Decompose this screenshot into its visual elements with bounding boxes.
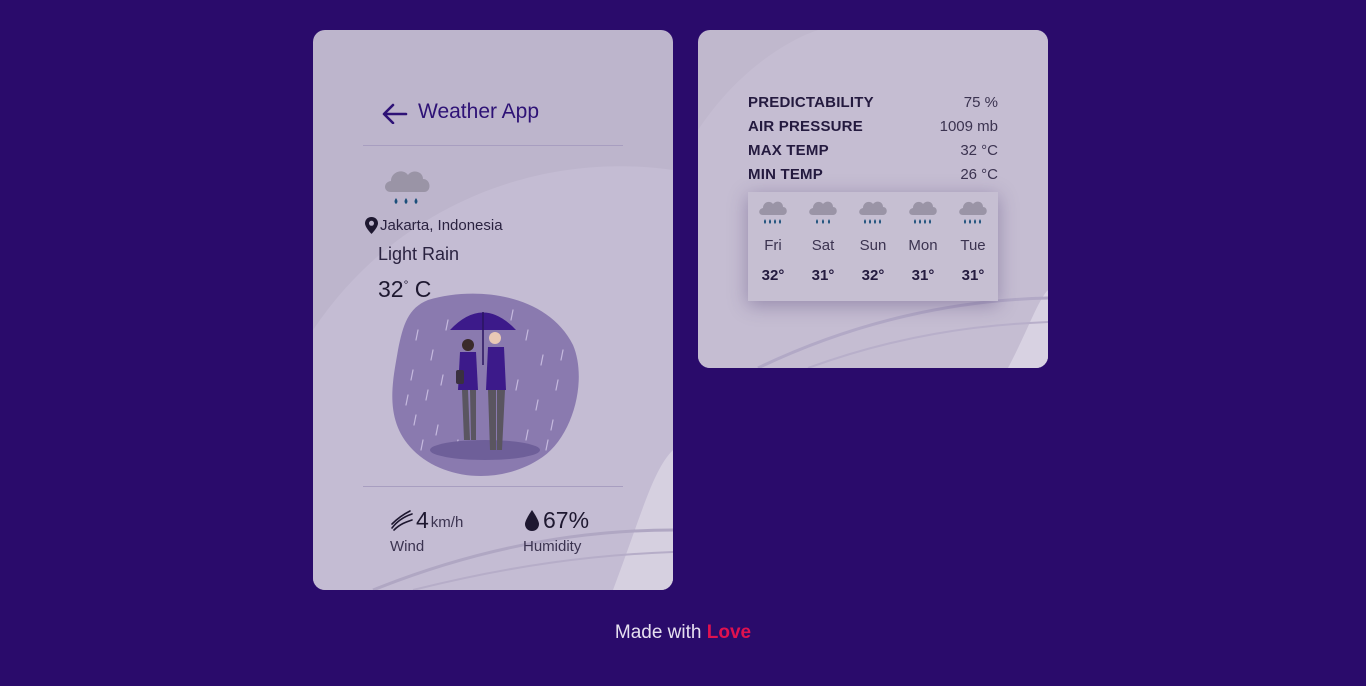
wind-unit: km/h xyxy=(430,514,464,531)
bottom-divider xyxy=(363,486,623,487)
wind-value: 4 xyxy=(416,507,429,533)
forecast-day-sat[interactable]: Sat 31° xyxy=(798,192,848,301)
forecast-day-name: Sat xyxy=(811,237,835,254)
detail-row-max-temp: MAX TEMP 32 °C xyxy=(748,138,998,162)
detail-value: 1009 mb xyxy=(939,117,998,135)
forecast-day-fri[interactable]: Fri 32° xyxy=(748,192,798,301)
detail-value: 26 °C xyxy=(960,165,998,183)
detail-row-predictability: PREDICTABILITY 75 % xyxy=(748,90,998,114)
location: Jakarta, Indonesia xyxy=(365,217,503,234)
forecast-strip: Fri 32° Sat 31° Sun 32° Mon 31° Tue 31° xyxy=(748,192,998,301)
weather-condition: Light Rain xyxy=(378,244,460,264)
detail-label: MAX TEMP xyxy=(748,141,829,159)
location-pin-icon xyxy=(365,217,378,234)
forecast-day-mon[interactable]: Mon 31° xyxy=(898,192,948,301)
location-text: Jakarta, Indonesia xyxy=(380,217,503,234)
top-divider xyxy=(363,145,623,146)
forecast-day-sun[interactable]: Sun 32° xyxy=(848,192,898,301)
weather-card: Weather App Jakarta, Indonesia Light Rai… xyxy=(313,30,673,590)
detail-value: 32 °C xyxy=(960,141,998,159)
footer-text: Made with xyxy=(614,622,702,643)
light-rain-cloud-icon xyxy=(809,201,837,224)
detail-value: 75 % xyxy=(963,93,998,111)
footer: Made with Love xyxy=(0,622,1366,644)
detail-label: PREDICTABILITY xyxy=(748,93,874,111)
detail-label: AIR PRESSURE xyxy=(748,117,863,135)
rain-cloud-icon xyxy=(385,171,430,204)
footer-love: Love xyxy=(706,622,752,643)
heavy-rain-cloud-icon xyxy=(909,201,937,224)
rain-couple-illustration xyxy=(392,293,579,477)
forecast-day-name: Sun xyxy=(859,237,887,254)
detail-row-air-pressure: AIR PRESSURE 1009 mb xyxy=(748,114,998,138)
heavy-rain-cloud-icon xyxy=(859,201,887,224)
app-title: Weather App xyxy=(418,100,540,123)
forecast-day-temp: 31° xyxy=(961,267,985,284)
humidity-value: 67% xyxy=(543,507,590,533)
forecast-day-name: Mon xyxy=(908,237,938,254)
wind-icon xyxy=(391,510,413,531)
forecast-day-temp: 32° xyxy=(861,267,885,284)
details-card: PREDICTABILITY 75 % AIR PRESSURE 1009 mb… xyxy=(698,30,1048,368)
forecast-day-name: Fri xyxy=(764,237,782,254)
forecast-day-temp: 31° xyxy=(911,267,935,284)
heavy-rain-cloud-icon xyxy=(759,201,787,224)
heavy-rain-cloud-icon xyxy=(959,201,987,224)
wind-stat: 4 km/h Wind xyxy=(390,508,463,555)
water-drop-icon xyxy=(525,510,539,531)
back-arrow-icon[interactable] xyxy=(380,100,408,124)
header: Weather App xyxy=(380,100,539,124)
detail-label: MIN TEMP xyxy=(748,165,823,183)
forecast-day-temp: 32° xyxy=(761,267,785,284)
forecast-day-name: Tue xyxy=(960,237,986,254)
detail-row-min-temp: MIN TEMP 26 °C xyxy=(748,162,998,186)
humidity-stat: 67% Humidity xyxy=(523,508,589,555)
forecast-day-temp: 31° xyxy=(811,267,835,284)
humidity-label: Humidity xyxy=(523,538,582,555)
details-list: PREDICTABILITY 75 % AIR PRESSURE 1009 mb… xyxy=(748,90,998,186)
forecast-day-tue[interactable]: Tue 31° xyxy=(948,192,998,301)
wind-label: Wind xyxy=(390,538,425,555)
